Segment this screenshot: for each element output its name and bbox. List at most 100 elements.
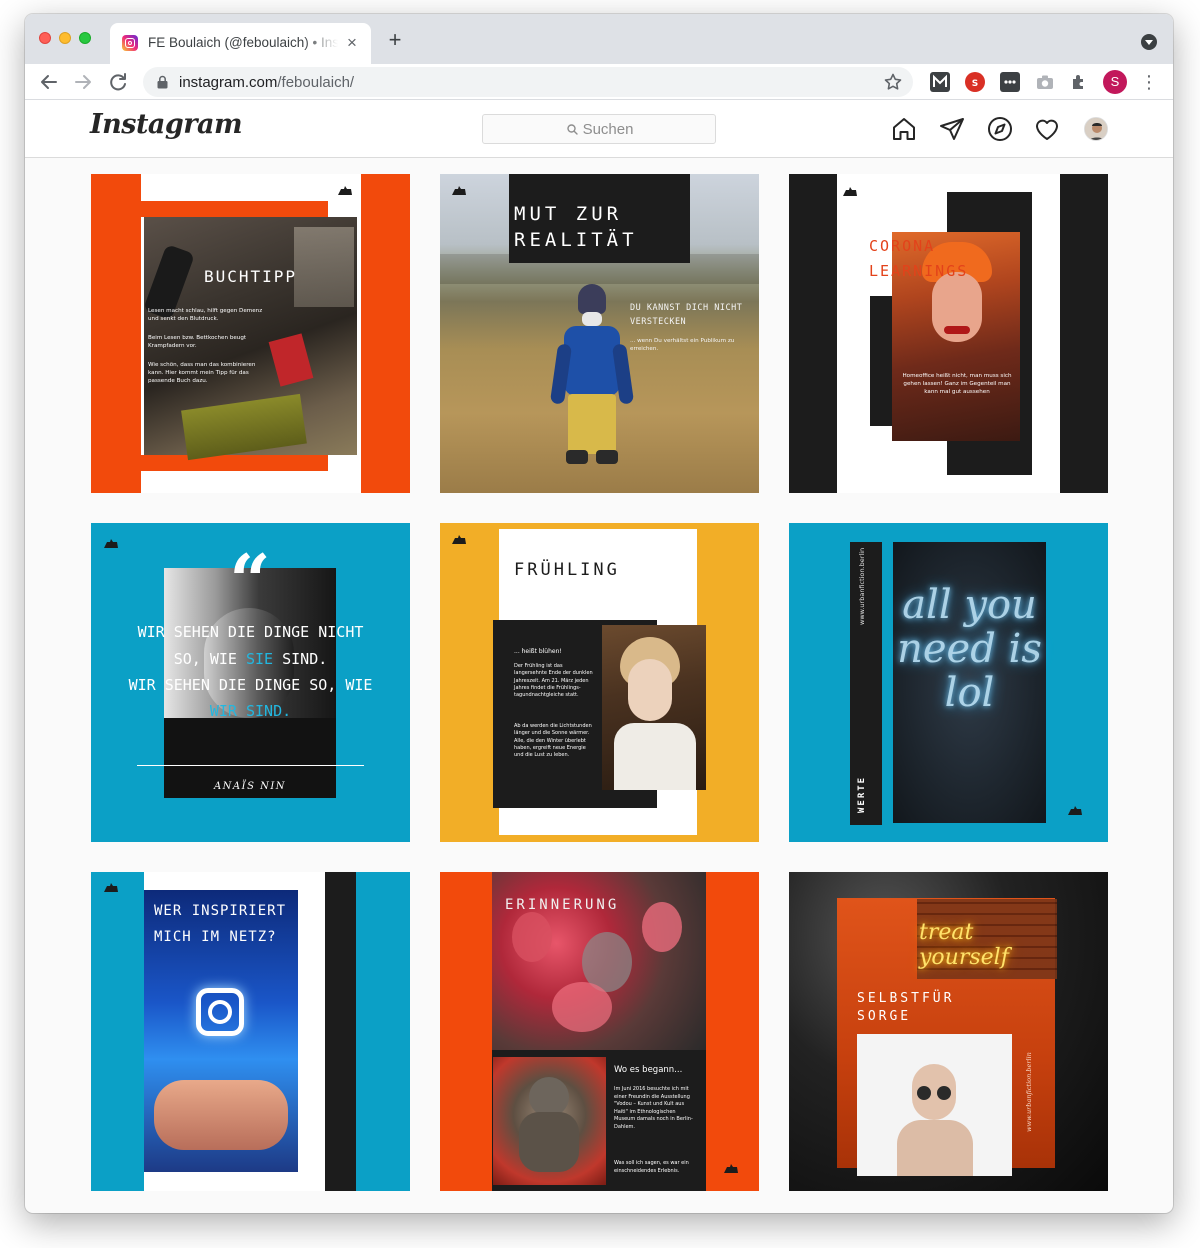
extensions-puzzle-icon[interactable] xyxy=(1069,72,1089,92)
post-mut-zur-realitaet[interactable]: MUT ZUR REALITÄT DU KANNST DICH NICHT VE… xyxy=(440,174,759,493)
post-title-line-2: SORGE xyxy=(857,1009,912,1024)
search-input[interactable]: Suchen xyxy=(482,114,716,144)
search-placeholder: Suchen xyxy=(582,121,634,138)
brand-logo-icon xyxy=(104,539,118,548)
instagram-favicon-icon xyxy=(122,35,138,51)
tab-strip: FE Boulaich (@feboulaich) • Instagram-Fo… xyxy=(25,14,1173,64)
quote-line-2: SO, WIE SIE SIND. xyxy=(91,650,410,668)
browser-toolbar: instagram.com/feboulaich/ S S ⋮ xyxy=(25,64,1173,100)
new-tab-button[interactable]: + xyxy=(383,29,407,53)
quote-author: ANAÏS NIN xyxy=(213,781,287,792)
back-button[interactable] xyxy=(35,68,63,96)
post-subtitle-3: ... wenn Du verhältst ein Publikum zu er… xyxy=(630,338,735,352)
quote-line-3: WIR SEHEN DIE DINGE SO, WIE xyxy=(128,676,373,694)
activity-button[interactable] xyxy=(1034,116,1060,142)
post-label: WERTE xyxy=(857,775,867,813)
post-title-line-1: WER INSPIRIERT xyxy=(154,903,287,919)
browser-profile-avatar[interactable]: S xyxy=(1103,70,1127,94)
close-window-button[interactable] xyxy=(39,32,51,44)
url-text[interactable]: instagram.com/feboulaich/ xyxy=(179,74,354,91)
post-lead: ... heißt blühen! xyxy=(514,648,562,655)
extension-dots-icon[interactable] xyxy=(1000,72,1020,92)
direct-messages-button[interactable] xyxy=(939,116,965,142)
post-title: ERINNERUNG xyxy=(505,897,620,913)
quote-line-1: WIR SEHEN DIE DINGE NICHT xyxy=(137,623,364,641)
arrow-left-icon xyxy=(41,75,57,89)
search-icon xyxy=(566,124,578,135)
child-photo xyxy=(540,284,640,484)
post-quote[interactable]: “ WIR SEHEN DIE DINGE NICHT SO, WIE SIE … xyxy=(91,523,410,842)
svg-text:S: S xyxy=(972,79,978,89)
home-icon xyxy=(893,118,915,140)
quote-mark: “ xyxy=(229,538,271,623)
browser-tab[interactable]: FE Boulaich (@feboulaich) • Instagram-Fo… xyxy=(110,23,371,64)
quote-line-2c: SIND. xyxy=(273,650,328,668)
minimize-window-button[interactable] xyxy=(59,32,71,44)
post-body-1: Lesen macht schlau, hilft gegen Demenz u… xyxy=(148,308,263,322)
extension-seo-icon[interactable]: S xyxy=(965,72,985,92)
brand-logo-icon xyxy=(724,1164,738,1173)
post-title-line-2: LEARNINGS xyxy=(869,262,969,280)
url-path: /feboulaich/ xyxy=(277,74,355,91)
post-body: Im Juni 2016 besuchte ich mit einer Freu… xyxy=(614,1086,693,1130)
brand-logo-icon xyxy=(338,186,352,195)
post-subtitle-2: VERSTECKEN xyxy=(630,317,687,327)
post-body-3: Wie schön, dass man das kombinieren kann… xyxy=(148,362,256,384)
red-book-icon xyxy=(268,333,314,387)
reload-icon xyxy=(110,73,126,91)
address-bar[interactable]: instagram.com/feboulaich/ xyxy=(143,67,913,97)
arrow-right-icon xyxy=(75,75,91,89)
woman-portrait-photo xyxy=(602,625,706,790)
post-fruehling[interactable]: FRÜHLING ... heißt blühen! Der Frühling … xyxy=(440,523,759,842)
website-url: www.urbanfiction.berlin xyxy=(1025,1052,1033,1132)
brand-logo-icon xyxy=(452,535,466,544)
url-host: instagram.com xyxy=(179,74,278,91)
post-werte[interactable]: www.urbanfiction.berlin WERTE all you ne… xyxy=(789,523,1108,842)
profile-avatar[interactable] xyxy=(1084,117,1108,141)
brand-logo-icon xyxy=(104,883,118,892)
brand-logo-icon xyxy=(452,186,466,195)
brand-logo-icon xyxy=(1068,806,1082,815)
vodou-statue-photo xyxy=(493,1057,606,1185)
post-selbstfuersorge[interactable]: treat yourself SELBSTFÜR SORGE www.urban… xyxy=(789,872,1108,1191)
tab-title: FE Boulaich (@feboulaich) • Instagram-Fo… xyxy=(148,35,338,50)
compass-icon xyxy=(988,117,1012,141)
tab-close-icon[interactable]: × xyxy=(343,34,361,52)
neon-text: all you need is lol xyxy=(897,582,1042,716)
bookmark-star-icon[interactable] xyxy=(883,72,903,92)
tab-search-icon[interactable] xyxy=(1141,34,1157,50)
browser-window: FE Boulaich (@feboulaich) • Instagram-Fo… xyxy=(25,14,1173,1213)
post-body-2: Ab da werden die Lichtstunden länger und… xyxy=(514,723,592,759)
maximize-window-button[interactable] xyxy=(79,32,91,44)
post-subtitle-1: DU KANNST DICH NICHT xyxy=(630,303,743,313)
quote-line-4: WIR SIND. xyxy=(209,702,292,720)
heart-icon xyxy=(1036,119,1058,140)
post-title-line-1: SELBSTFÜR xyxy=(857,991,955,1006)
post-title-line-1: MUT ZUR xyxy=(514,203,623,225)
browser-menu-icon[interactable]: ⋮ xyxy=(1139,71,1159,93)
instagram-logo[interactable]: Instagram xyxy=(90,109,243,140)
post-title-line-1: CORONA xyxy=(869,237,936,255)
post-buchtipp[interactable]: BUCHTIPP Lesen macht schlau, hilft gegen… xyxy=(91,174,410,493)
home-button[interactable] xyxy=(891,116,917,142)
post-subtitle: Wo es begann... xyxy=(614,1065,683,1075)
post-body: Homeoffice heißt nicht, man muss sich ge… xyxy=(902,373,1012,395)
post-title-line-2: MICH IM NETZ? xyxy=(154,929,277,945)
post-body-2: Was soll ich sagen, es war ein einschnei… xyxy=(614,1160,689,1174)
man-photo xyxy=(857,1034,1012,1176)
post-erinnerung[interactable]: ERINNERUNG Wo es begann... Im Juni 2016 … xyxy=(440,872,759,1191)
explore-button[interactable] xyxy=(987,116,1013,142)
website-url: www.urbanfiction.berlin xyxy=(858,547,866,625)
reload-button[interactable] xyxy=(104,68,132,96)
camera-icon[interactable] xyxy=(1035,72,1055,92)
extension-m-icon[interactable] xyxy=(930,72,950,92)
post-wer-inspiriert[interactable]: WER INSPIRIERT MICH IM NETZ? xyxy=(91,872,410,1191)
post-body-1: Der Frühling ist das langersehnte Ende d… xyxy=(514,663,593,699)
post-title-line-2: REALITÄT xyxy=(514,229,638,251)
lock-icon xyxy=(157,75,168,89)
forward-button[interactable] xyxy=(69,68,97,96)
post-title: BUCHTIPP xyxy=(204,267,298,286)
quote-line-2b: SIE xyxy=(245,650,274,668)
post-corona-learnings[interactable]: CORONA LEARNINGS Homeoffice heißt nicht,… xyxy=(789,174,1108,493)
brand-logo-icon xyxy=(843,187,857,196)
